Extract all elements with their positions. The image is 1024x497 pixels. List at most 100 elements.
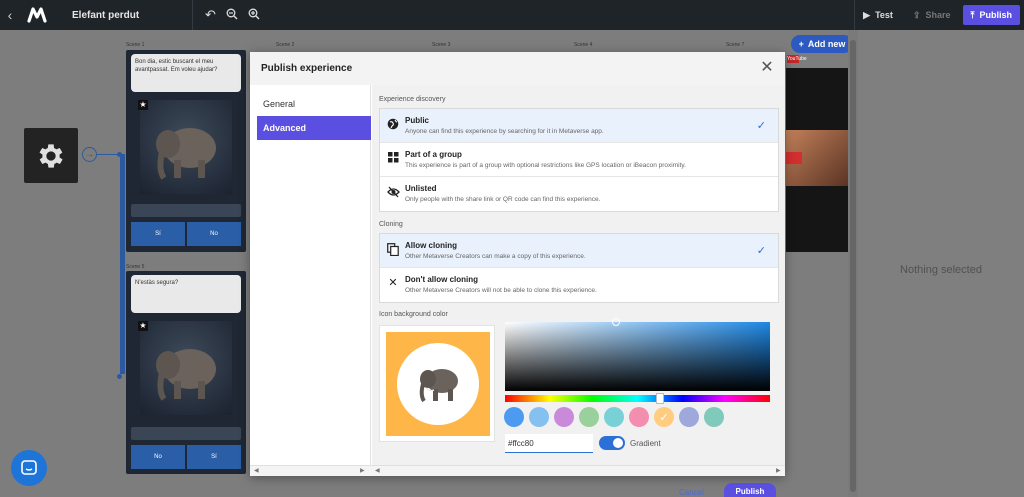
option-description: Other Metaverse Creators can make a copy… — [405, 253, 586, 260]
copy-icon — [387, 243, 399, 257]
color-swatch[interactable]: ✓ — [654, 407, 674, 427]
undo-icon[interactable]: ↶ — [205, 7, 216, 23]
scroll-left-icon[interactable]: ◀ — [375, 466, 380, 476]
tab-advanced[interactable]: Advanced — [257, 116, 371, 140]
color-saturation-picker[interactable] — [505, 322, 770, 391]
choice-button[interactable]: Sí — [131, 222, 185, 246]
color-swatch[interactable] — [629, 407, 649, 427]
dialog-sidebar: General Advanced — [250, 85, 371, 465]
dialog-header: Publish experience ✕ — [250, 52, 785, 85]
empty-choice-slot[interactable] — [131, 204, 241, 217]
canvas-vertical-scrollbar[interactable] — [848, 30, 858, 497]
option-part-of-group[interactable]: Part of a group This experience is part … — [380, 143, 778, 177]
color-swatch[interactable] — [579, 407, 599, 427]
scroll-left-icon[interactable]: ◀ — [254, 466, 259, 476]
elephant-icon — [419, 369, 458, 403]
zoom-in-icon[interactable] — [248, 8, 260, 23]
add-new-label: Add new — [807, 39, 846, 49]
gradient-toggle[interactable] — [599, 436, 625, 450]
section-label: Cloning — [379, 221, 403, 228]
hex-color-input[interactable] — [505, 434, 593, 453]
tab-general[interactable]: General — [257, 92, 371, 116]
section-label: Experience discovery — [379, 96, 446, 103]
share-label: Share — [925, 10, 951, 20]
color-swatches: ✓ — [504, 407, 724, 427]
scene-label: Scene 4 — [574, 42, 593, 48]
hue-slider[interactable] — [505, 395, 770, 402]
play-icon: ▶ — [863, 9, 871, 20]
icon-preview — [379, 325, 495, 442]
checkmark-icon: ✓ — [756, 120, 766, 132]
empty-selection-text: Nothing selected — [900, 264, 982, 276]
close-icon[interactable]: ✕ — [759, 60, 775, 76]
dialog-horizontal-scrollbar[interactable]: ◀ ▶ ◀ ▶ — [250, 465, 785, 476]
help-chat-button[interactable] — [11, 450, 47, 486]
publish-top-button[interactable]: ⤒ Publish — [962, 5, 1020, 25]
checkmark-icon: ✓ — [659, 411, 669, 424]
youtube-scene-card[interactable] — [786, 68, 848, 252]
scene-card[interactable]: N'estàs segura? ★ No Sí — [126, 271, 246, 474]
zoom-out-icon[interactable] — [226, 8, 238, 23]
choice-button[interactable]: No — [131, 445, 185, 469]
gear-icon — [39, 143, 63, 168]
option-description: Only people with the share link or QR co… — [405, 196, 601, 203]
star-icon[interactable]: ★ — [138, 100, 148, 110]
option-title: Part of a group — [405, 150, 462, 159]
publish-button[interactable]: Publish — [724, 483, 776, 497]
scene-label: Scene 3 — [432, 42, 451, 48]
add-new-button[interactable]: + Add new — [791, 35, 853, 53]
connector-line — [120, 154, 125, 374]
color-swatch[interactable] — [704, 407, 724, 427]
start-node[interactable] — [24, 128, 78, 183]
option-description: Other Metaverse Creators will not be abl… — [405, 287, 597, 294]
section-label: Icon background color — [379, 311, 448, 318]
scene-card[interactable]: Bon dia, estic buscant el meu avantpassa… — [126, 50, 246, 252]
globe-icon — [387, 118, 399, 130]
option-allow-cloning[interactable]: Allow cloning Other Metaverse Creators c… — [380, 234, 778, 268]
choice-button[interactable]: No — [187, 222, 241, 246]
scene-dialog-text: N'estàs segura? — [131, 275, 241, 313]
publish-experience-dialog: Publish experience ✕ General Advanced Ex… — [250, 52, 785, 476]
elephant-image — [140, 321, 232, 415]
upload-icon: ⤒ — [970, 9, 975, 20]
empty-choice-slot[interactable] — [131, 427, 241, 440]
color-picker-handle[interactable] — [612, 318, 620, 326]
color-swatch[interactable] — [604, 407, 624, 427]
test-label: Test — [875, 10, 893, 20]
color-swatch[interactable] — [554, 407, 574, 427]
scroll-right-icon[interactable]: ▶ — [360, 466, 365, 476]
arrow-right-icon: → — [82, 147, 97, 162]
color-swatch[interactable] — [504, 407, 524, 427]
color-swatch[interactable] — [679, 407, 699, 427]
scene-label: Scene 7 — [726, 42, 745, 48]
scene-label: Scene 2 — [276, 42, 295, 48]
scene-label: Scene 1 — [126, 42, 145, 48]
option-title: Public — [405, 116, 430, 125]
hue-slider-handle[interactable] — [656, 393, 664, 404]
cancel-button[interactable]: Cancel — [679, 488, 704, 497]
dialog-title: Publish experience — [261, 63, 353, 74]
dialog-content: Experience discovery Public Anyone can f… — [372, 85, 785, 465]
metaverse-logo-icon[interactable] — [24, 4, 50, 26]
color-swatch[interactable] — [529, 407, 549, 427]
option-dont-allow-cloning[interactable]: ✕ Don't allow cloning Other Metaverse Cr… — [380, 268, 778, 302]
discovery-options: Public Anyone can find this experience b… — [379, 108, 779, 212]
test-button[interactable]: ▶ Test — [855, 5, 901, 25]
share-button[interactable]: ⇪ Share — [905, 5, 959, 25]
option-description: This experience is part of a group with … — [405, 162, 686, 169]
eye-off-icon — [387, 186, 400, 198]
option-title: Unlisted — [405, 184, 437, 193]
option-public[interactable]: Public Anyone can find this experience b… — [380, 109, 778, 143]
experience-title[interactable]: Elefant perdut — [72, 10, 192, 21]
back-icon[interactable]: ‹ — [2, 7, 18, 23]
icon-preview-background — [386, 332, 490, 436]
publish-label: Publish — [979, 10, 1012, 20]
scroll-right-icon[interactable]: ▶ — [776, 466, 781, 476]
youtube-play-icon — [786, 152, 802, 164]
chat-icon — [21, 460, 37, 475]
star-icon[interactable]: ★ — [138, 321, 148, 331]
option-unlisted[interactable]: Unlisted Only people with the share link… — [380, 177, 778, 211]
elephant-image — [140, 100, 232, 194]
divider — [192, 0, 193, 30]
choice-button[interactable]: Sí — [187, 445, 241, 469]
